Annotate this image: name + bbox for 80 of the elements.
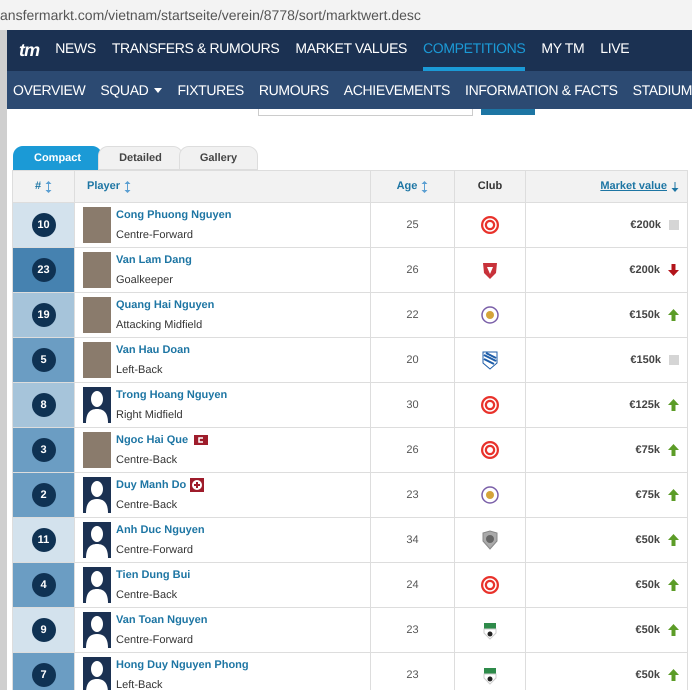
column-header[interactable]: # (34, 178, 52, 195)
age-text: 22 (406, 308, 419, 323)
view-tab[interactable]: Gallery (178, 146, 258, 170)
column-header: Club (478, 179, 502, 194)
player-name-link[interactable]: Hong Duy Nguyen Phong (116, 657, 249, 674)
player-name-link[interactable]: Trong Hoang Nguyen (116, 387, 228, 404)
sub-nav-link[interactable]: ACHIEVEMENTS (344, 80, 450, 100)
age-text: 25 (406, 218, 419, 233)
sub-nav-link[interactable]: STADIUM (632, 80, 692, 100)
search-field[interactable] (258, 109, 473, 116)
position-text: Goalkeeper (116, 272, 174, 288)
age-text: 23 (406, 488, 419, 503)
shirt-number: 3 (32, 438, 56, 462)
sub-nav-link[interactable]: RUMOURS (258, 80, 329, 100)
nav-tab[interactable]: NEWS (55, 30, 96, 71)
nav-tab[interactable]: TRANSFERS & RUMOURS (112, 30, 280, 71)
shirt-number: 10 (32, 213, 56, 237)
market-value-text: €50k (636, 578, 660, 593)
column-header[interactable]: Age (396, 178, 428, 195)
position-text: Centre-Back (116, 498, 178, 512)
logo[interactable]: tm (19, 30, 40, 71)
sub-nav-link[interactable]: INFORMATION & FACTS (465, 80, 618, 100)
age-text: 24 (406, 578, 419, 593)
market-value-text: €50k (636, 668, 660, 683)
position-text: Attacking Midfield (116, 318, 204, 332)
view-tab[interactable]: Detailed (98, 146, 183, 170)
url-text: ansfermarkt.com/vietnam/startseite/verein/8778/sort/marktwert.desc (0, 6, 421, 24)
position-text: Centre-Back (116, 452, 178, 468)
sub-nav-link[interactable]: FIXTURES (177, 80, 244, 100)
address-bar[interactable]: ansfermarkt.com/vietnam/startseite/verein/8778/sort/marktwert.desc (0, 0, 692, 30)
shirt-number: 19 (32, 303, 56, 327)
shirt-number: 23 (32, 258, 56, 282)
age-text: 20 (406, 352, 419, 368)
age-text: 26 (406, 262, 419, 278)
player-name-link[interactable]: Van Lam Dang (116, 252, 192, 268)
sub-nav-link[interactable]: OVERVIEW (13, 80, 86, 100)
player-name-link[interactable]: Anh Duc Nguyen (116, 522, 205, 538)
shirt-number: 9 (32, 618, 56, 642)
position-text: Left-Back (116, 678, 164, 690)
market-value-text: €200k (630, 218, 661, 233)
age-text: 34 (406, 532, 419, 548)
position-text: Left-Back (116, 362, 164, 378)
shirt-number: 8 (32, 393, 56, 417)
shirt-number: 2 (32, 483, 56, 507)
age-text: 30 (406, 398, 419, 413)
position-text: Centre-Forward (116, 228, 194, 242)
position-text: Centre-Forward (116, 542, 194, 558)
position-text: Right Midfield (116, 408, 184, 422)
player-name-link[interactable]: Duy Manh Do (116, 477, 186, 494)
market-value-text: €150k (629, 308, 660, 323)
player-name-link[interactable]: Tien Dung Bui (116, 567, 190, 584)
player-name-link[interactable]: Quang Hai Nguyen (116, 297, 214, 314)
player-name-link[interactable]: Ngoc Hai Que (116, 432, 188, 448)
nav-tab[interactable]: MY TM (541, 30, 584, 71)
market-value-text: €50k (636, 622, 660, 638)
market-value-text: €125k (629, 398, 660, 413)
nav-tab[interactable]: LIVE (600, 30, 630, 71)
market-value-text: €75k (636, 488, 660, 503)
age-text: 26 (406, 442, 419, 458)
search-button[interactable] (481, 109, 535, 115)
player-name-link[interactable]: Van Hau Doan (116, 342, 190, 358)
market-value-text: €150k (630, 352, 661, 368)
age-text: 23 (406, 622, 419, 638)
shirt-number: 4 (32, 573, 56, 597)
view-tab[interactable]: Compact (13, 146, 102, 170)
market-value-text: €200k (629, 262, 660, 278)
position-text: Centre-Back (116, 588, 178, 602)
player-name-link[interactable]: Van Toan Nguyen (116, 612, 208, 628)
sub-nav-link[interactable]: SQUAD (100, 80, 162, 100)
shirt-number: 7 (32, 663, 56, 687)
column-header[interactable]: Market value (600, 178, 679, 195)
shirt-number: 5 (32, 348, 56, 372)
market-value-text: €75k (636, 442, 660, 458)
nav-tab[interactable]: MARKET VALUES (295, 30, 408, 71)
player-name-link[interactable]: Cong Phuong Nguyen (116, 207, 232, 224)
market-value-text: €50k (636, 532, 660, 548)
shirt-number: 11 (32, 528, 56, 552)
column-header[interactable]: Player (87, 178, 132, 195)
position-text: Centre-Forward (116, 632, 194, 648)
age-text: 23 (406, 668, 419, 683)
